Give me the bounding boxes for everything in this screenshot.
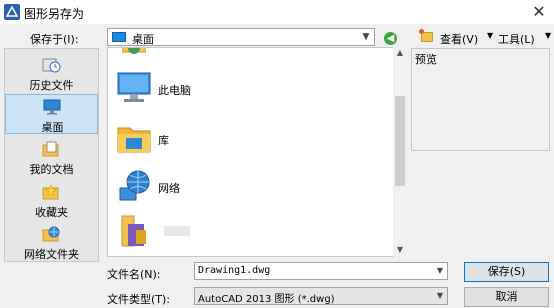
place-label: 我的文档 [29,163,74,176]
list-item-library[interactable]: 库 [116,120,366,160]
chevron-down-icon[interactable]: ▼ [433,288,447,304]
favorites-icon [42,184,59,200]
tools-dropdown-icon[interactable]: ▼ [545,31,551,40]
list-item-network[interactable]: 网络 [116,168,366,208]
desktop-icon [112,32,126,42]
places-bar: 历史文件 桌面 我的文档 收藏夹 网络文件夹 [4,48,99,262]
chevron-down-icon[interactable]: ▼ [433,263,447,279]
place-label: 收藏夹 [35,206,68,219]
file-name: 库 [158,134,169,147]
place-network-folder[interactable]: 网络文件夹 [5,222,98,262]
save-in-value: 桌面 [132,33,154,46]
place-history[interactable]: 历史文件 [5,53,98,93]
back-icon[interactable]: ◀ [384,32,397,45]
file-list[interactable]: 此电脑 库 网络 [107,47,407,257]
file-name-input[interactable]: Drawing1.dwg ▼ [194,262,448,280]
scroll-down-icon[interactable]: ▼ [393,244,407,256]
folder-icon [121,215,146,247]
file-type-select[interactable]: AutoCAD 2013 图形 (*.dwg) ▼ [194,287,448,305]
file-name: 此电脑 [158,84,191,97]
file-name-value: Drawing1.dwg [198,265,271,276]
place-label: 历史文件 [29,79,74,92]
place-label: 桌面 [41,121,64,134]
save-in-label: 保存于(I): [30,33,79,46]
view-dropdown-icon[interactable]: ▼ [487,31,493,40]
view-menu[interactable]: 查看(V) [440,31,478,47]
tools-menu[interactable]: 工具(L) [498,31,535,47]
preview-label: 预览 [415,53,437,66]
close-icon[interactable]: ✕ [530,3,548,21]
chevron-down-icon[interactable]: ▼ [358,29,374,45]
list-item-this-pc[interactable]: 此电脑 [116,70,366,110]
place-favorites[interactable]: 收藏夹 [5,180,98,220]
documents-icon [42,141,59,157]
save-in-select[interactable]: 桌面 ▼ [107,28,375,46]
file-type-label: 文件类型(T): [107,293,171,306]
cancel-button[interactable]: 取消 [464,287,549,307]
library-icon [117,127,151,153]
new-folder-icon[interactable] [419,29,433,42]
scrollbar-thumb[interactable] [395,96,405,186]
place-documents[interactable]: 我的文档 [5,137,98,177]
save-button[interactable]: 保存(S) [464,262,549,282]
window-title: 图形另存为 [24,7,85,21]
history-icon [42,58,61,73]
desktop-icon [43,99,61,115]
user-folder-icon [122,48,146,54]
file-name-label: 文件名(N): [107,268,161,281]
app-icon [4,4,20,20]
place-label: 网络文件夹 [24,248,79,261]
place-desktop[interactable]: 桌面 [5,94,98,134]
list-item-folder[interactable] [116,212,366,252]
network-icon [119,170,150,201]
file-name: 网络 [158,182,180,195]
computer-icon [117,72,151,102]
scroll-up-icon[interactable]: ▲ [393,47,407,59]
file-type-value: AutoCAD 2013 图形 (*.dwg) [198,294,335,305]
network-folder-icon [42,226,60,242]
blurred-name [164,226,190,236]
